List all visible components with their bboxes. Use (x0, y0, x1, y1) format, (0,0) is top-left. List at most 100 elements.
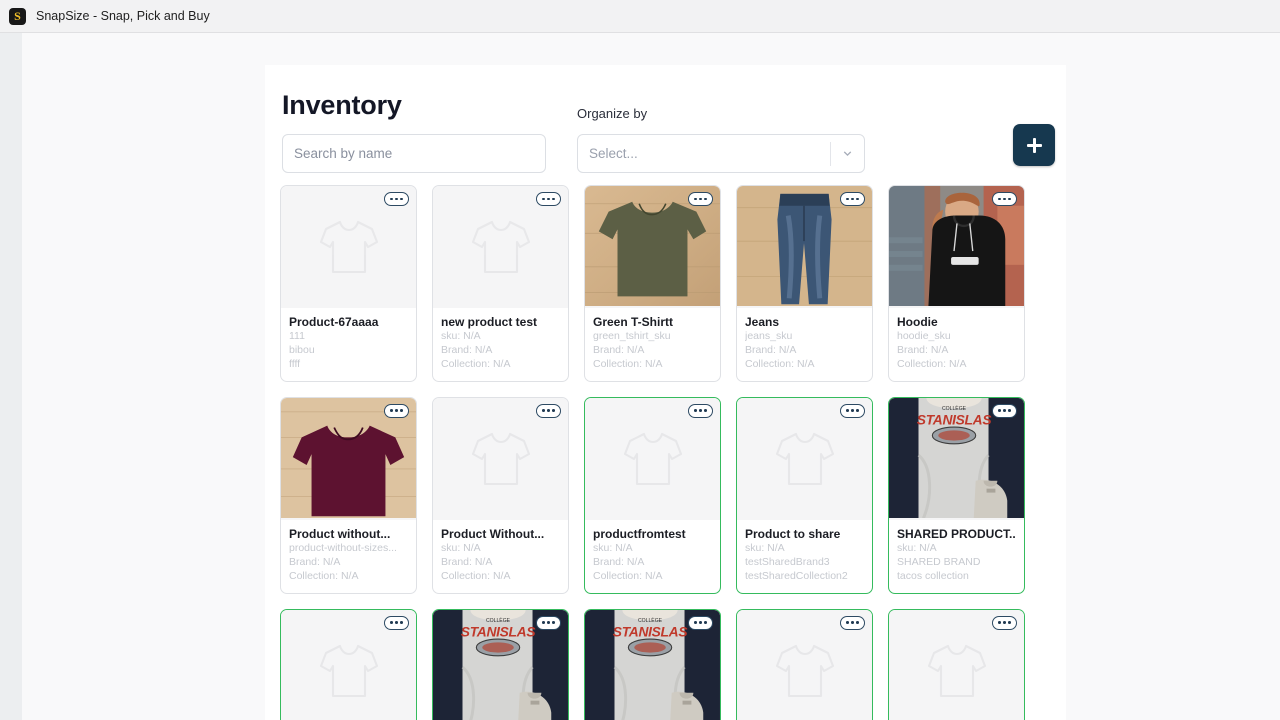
card-menu-icon[interactable] (536, 192, 561, 206)
product-name: Product Without... (441, 527, 560, 542)
product-sku: sku: N/A (897, 542, 1016, 556)
product-card[interactable] (888, 609, 1025, 720)
product-name: Product-67aaaa (289, 315, 408, 330)
product-card[interactable]: Product-67aaaa111bibouffff (280, 185, 417, 382)
product-sku: jeans_sku (745, 330, 864, 344)
card-menu-icon[interactable] (840, 404, 865, 418)
product-meta: Green T-Shirttgreen_tshirt_skuBrand: N/A… (585, 308, 720, 381)
product-card[interactable]: Product to sharesku: N/AtestSharedBrand3… (736, 397, 873, 594)
card-menu-icon[interactable] (840, 616, 865, 630)
product-sku: sku: N/A (593, 542, 712, 556)
product-card[interactable]: Green T-Shirttgreen_tshirt_skuBrand: N/A… (584, 185, 721, 382)
product-name: SHARED PRODUCT... (897, 527, 1016, 542)
product-card[interactable]: Hoodiehoodie_skuBrand: N/ACollection: N/… (888, 185, 1025, 382)
product-name: productfromtest (593, 527, 712, 542)
product-meta: productfromtestsku: N/ABrand: N/ACollect… (585, 520, 720, 593)
product-meta: Jeansjeans_skuBrand: N/ACollection: N/A (737, 308, 872, 381)
product-meta: Hoodiehoodie_skuBrand: N/ACollection: N/… (889, 308, 1024, 381)
product-sku: sku: N/A (441, 542, 560, 556)
product-sku: product-without-sizes... (289, 542, 408, 556)
browser-tab-title[interactable]: SnapSize - Snap, Pick and Buy (36, 9, 210, 23)
left-rail (0, 33, 22, 720)
product-name: Hoodie (897, 315, 1016, 330)
chevron-down-icon[interactable] (831, 147, 864, 160)
search-input[interactable]: Search by name (282, 134, 546, 173)
card-menu-icon[interactable] (688, 192, 713, 206)
product-image-placeholder-icon (737, 398, 872, 520)
product-name: Product to share (745, 527, 864, 542)
product-sku: sku: N/A (745, 542, 864, 556)
product-image-placeholder-icon (433, 186, 568, 308)
plus-icon (1027, 138, 1042, 153)
favicon-letter: S (14, 10, 21, 22)
product-name: new product test (441, 315, 560, 330)
organize-by-group: Organize by Select... (577, 106, 865, 173)
product-meta: Product without...product-without-sizes.… (281, 520, 416, 593)
product-collection: Collection: N/A (593, 570, 712, 584)
add-product-button[interactable] (1013, 124, 1055, 166)
product-brand: Brand: N/A (289, 556, 408, 570)
card-menu-icon[interactable] (384, 404, 409, 418)
organize-by-select[interactable]: Select... (577, 134, 865, 173)
card-menu-icon[interactable] (688, 616, 713, 630)
product-brand: Brand: N/A (441, 344, 560, 358)
product-image: COLLÈGE STANISLAS (585, 610, 720, 720)
browser-titlebar: S SnapSize - Snap, Pick and Buy (0, 0, 1280, 33)
card-menu-icon[interactable] (384, 616, 409, 630)
product-meta: Product Without...sku: N/ABrand: N/AColl… (433, 520, 568, 593)
product-image (737, 186, 872, 308)
product-image (585, 186, 720, 308)
card-menu-icon[interactable] (992, 192, 1017, 206)
product-image-placeholder-icon (281, 186, 416, 308)
product-card[interactable]: productfromtestsku: N/ABrand: N/ACollect… (584, 397, 721, 594)
product-collection: Collection: N/A (745, 358, 864, 372)
product-card[interactable]: Product Without...sku: N/ABrand: N/AColl… (432, 397, 569, 594)
product-card[interactable]: COLLÈGE STANISLAS (584, 609, 721, 720)
card-menu-icon[interactable] (384, 192, 409, 206)
product-meta: Product to sharesku: N/AtestSharedBrand3… (737, 520, 872, 593)
product-collection: Collection: N/A (441, 570, 560, 584)
product-image-placeholder-icon (737, 610, 872, 720)
product-collection: tacos collection (897, 570, 1016, 584)
card-menu-icon[interactable] (992, 616, 1017, 630)
product-meta: new product testsku: N/ABrand: N/ACollec… (433, 308, 568, 381)
inventory-header: Inventory Search by name Organize by Sel… (265, 65, 1066, 185)
product-card[interactable]: Jeansjeans_skuBrand: N/ACollection: N/A (736, 185, 873, 382)
product-image-placeholder-icon (433, 398, 568, 520)
product-sku: hoodie_sku (897, 330, 1016, 344)
card-menu-icon[interactable] (840, 192, 865, 206)
product-brand: SHARED BRAND (897, 556, 1016, 570)
svg-text:STANISLAS: STANISLAS (461, 624, 537, 639)
svg-text:STANISLAS: STANISLAS (613, 624, 689, 639)
card-menu-icon[interactable] (536, 616, 561, 630)
card-menu-icon[interactable] (536, 404, 561, 418)
product-card[interactable]: COLLÈGE STANISLAS SHARED PRODUCT...sku: … (888, 397, 1025, 594)
product-card[interactable] (280, 609, 417, 720)
card-menu-icon[interactable] (688, 404, 713, 418)
product-card[interactable]: new product testsku: N/ABrand: N/ACollec… (432, 185, 569, 382)
product-card[interactable]: COLLÈGE STANISLAS (432, 609, 569, 720)
product-collection: Collection: N/A (897, 358, 1016, 372)
product-image: COLLÈGE STANISLAS (889, 398, 1024, 520)
product-brand: Brand: N/A (593, 344, 712, 358)
product-card[interactable]: Product without...product-without-sizes.… (280, 397, 417, 594)
card-menu-icon[interactable] (992, 404, 1017, 418)
snapsize-logo-icon: S (9, 8, 26, 25)
organize-by-value: Select... (578, 146, 830, 161)
product-name: Green T-Shirtt (593, 315, 712, 330)
product-collection: Collection: N/A (289, 570, 408, 584)
svg-text:COLLÈGE: COLLÈGE (638, 617, 663, 624)
app-viewport: Inventory Search by name Organize by Sel… (0, 33, 1280, 720)
organize-by-label: Organize by (577, 106, 865, 121)
svg-text:COLLÈGE: COLLÈGE (486, 617, 511, 624)
svg-text:COLLÈGE: COLLÈGE (942, 405, 967, 412)
product-card[interactable] (736, 609, 873, 720)
product-meta: SHARED PRODUCT...sku: N/ASHARED BRANDtac… (889, 520, 1024, 593)
product-collection: Collection: N/A (441, 358, 560, 372)
product-image: COLLÈGE STANISLAS (433, 610, 568, 720)
product-image-placeholder-icon (585, 398, 720, 520)
product-image-placeholder-icon (281, 610, 416, 720)
product-brand: Brand: N/A (745, 344, 864, 358)
svg-text:STANISLAS: STANISLAS (917, 412, 993, 427)
inventory-panel: Inventory Search by name Organize by Sel… (265, 65, 1066, 720)
